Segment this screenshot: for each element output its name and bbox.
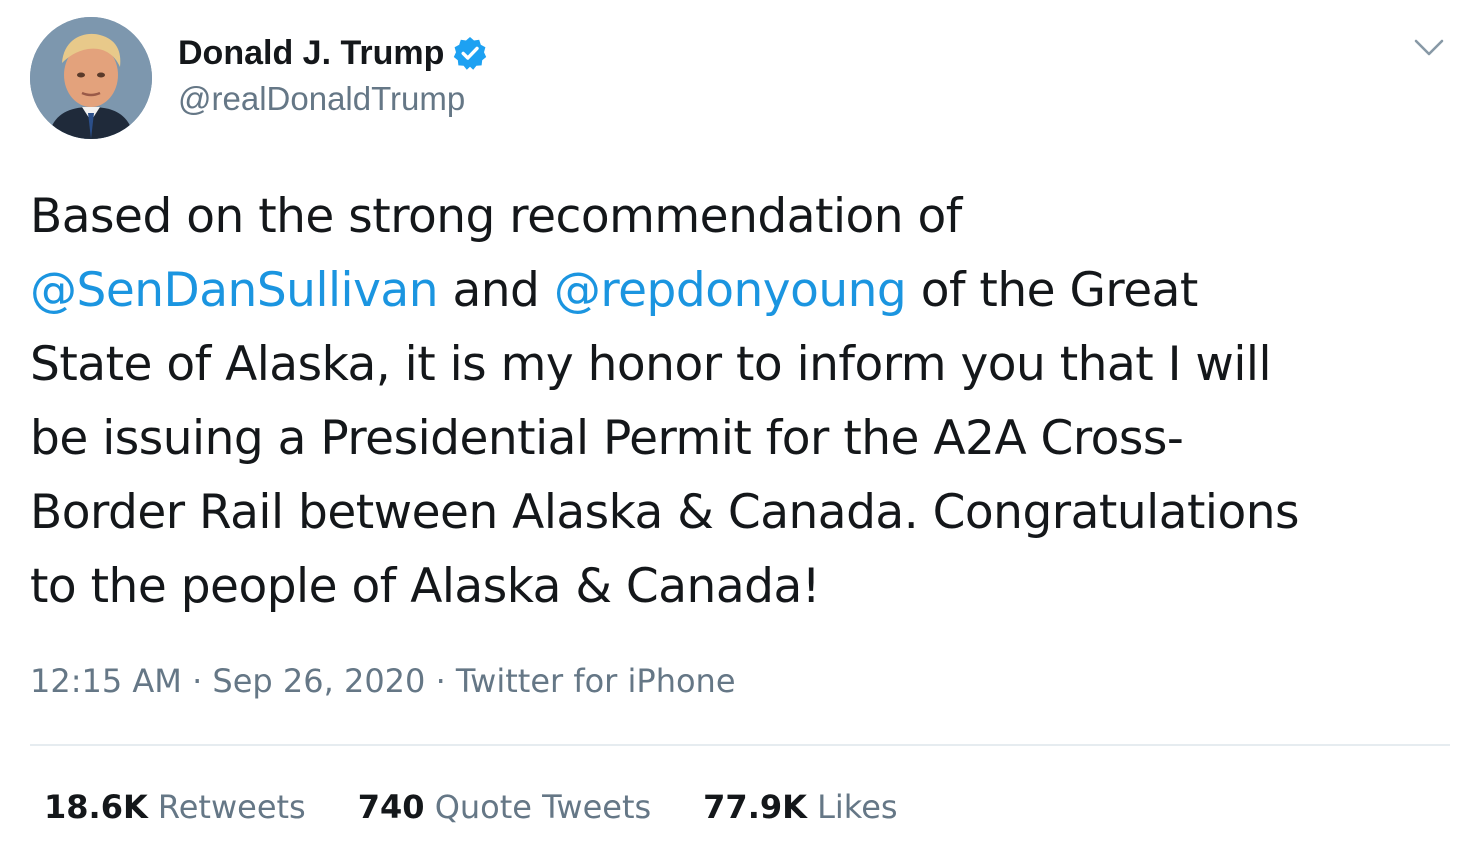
tweet-text-segment: to the people of Alaska & Canada! — [30, 559, 821, 614]
tweet-date[interactable]: Sep 26, 2020 — [212, 662, 425, 700]
meta-separator: · — [181, 662, 213, 700]
divider — [30, 744, 1450, 746]
tweet-text-segment: Border Rail between Alaska & Canada. Con… — [30, 485, 1300, 540]
retweets-count: 18.6K — [44, 788, 148, 826]
chevron-down-icon[interactable] — [1412, 32, 1446, 62]
mention-link[interactable]: @repdonyoung — [554, 263, 907, 318]
engagement-stats: 18.6K Retweets 740 Quote Tweets 77.9K Li… — [44, 788, 898, 826]
tweet-text-line: Border Rail between Alaska & Canada. Con… — [30, 476, 1440, 550]
tweet-text-segment: and — [438, 263, 554, 318]
tweet-source[interactable]: Twitter for iPhone — [456, 662, 736, 700]
tweet-text-segment: be issuing a Presidential Permit for the… — [30, 411, 1184, 466]
author-display-name[interactable]: Donald J. Trump — [178, 34, 444, 73]
quote-tweets-stat[interactable]: 740 Quote Tweets — [358, 788, 651, 826]
tweet-text-segment: of the Great — [906, 263, 1199, 318]
tweet-text-line: to the people of Alaska & Canada! — [30, 550, 1440, 624]
retweets-label: Retweets — [147, 788, 306, 826]
tweet-card: Donald J. Trump @realDonaldTrump Based o… — [0, 0, 1466, 850]
tweet-text-segment: State of Alaska, it is my honor to infor… — [30, 337, 1272, 392]
tweet-text-line: be issuing a Presidential Permit for the… — [30, 402, 1440, 476]
quote-tweets-label: Quote Tweets — [424, 788, 652, 826]
tweet-time[interactable]: 12:15 AM — [30, 662, 182, 700]
likes-count: 77.9K — [703, 788, 807, 826]
tweet-metadata: 12:15 AM · Sep 26, 2020 · Twitter for iP… — [30, 662, 736, 700]
mention-link[interactable]: @SenDanSullivan — [30, 263, 439, 318]
meta-separator: · — [425, 662, 456, 700]
author-avatar[interactable] — [30, 17, 152, 139]
verified-badge-icon — [452, 35, 488, 71]
tweet-body: Based on the strong recommendation of @Se… — [30, 180, 1440, 624]
tweet-text-line: Based on the strong recommendation of — [30, 180, 1440, 254]
likes-label: Likes — [806, 788, 898, 826]
author-name-row: Donald J. Trump — [178, 30, 488, 76]
author-handle[interactable]: @realDonaldTrump — [178, 80, 465, 118]
tweet-text-line: @SenDanSullivan and @repdonyoung of the … — [30, 254, 1440, 328]
likes-stat[interactable]: 77.9K Likes — [703, 788, 897, 826]
tweet-text-segment: Based on the strong recommendation of — [30, 189, 962, 244]
retweets-stat[interactable]: 18.6K Retweets — [44, 788, 306, 826]
avatar-portrait-icon — [30, 17, 152, 139]
quote-tweets-count: 740 — [357, 788, 425, 826]
tweet-text-line: State of Alaska, it is my honor to infor… — [30, 328, 1440, 402]
